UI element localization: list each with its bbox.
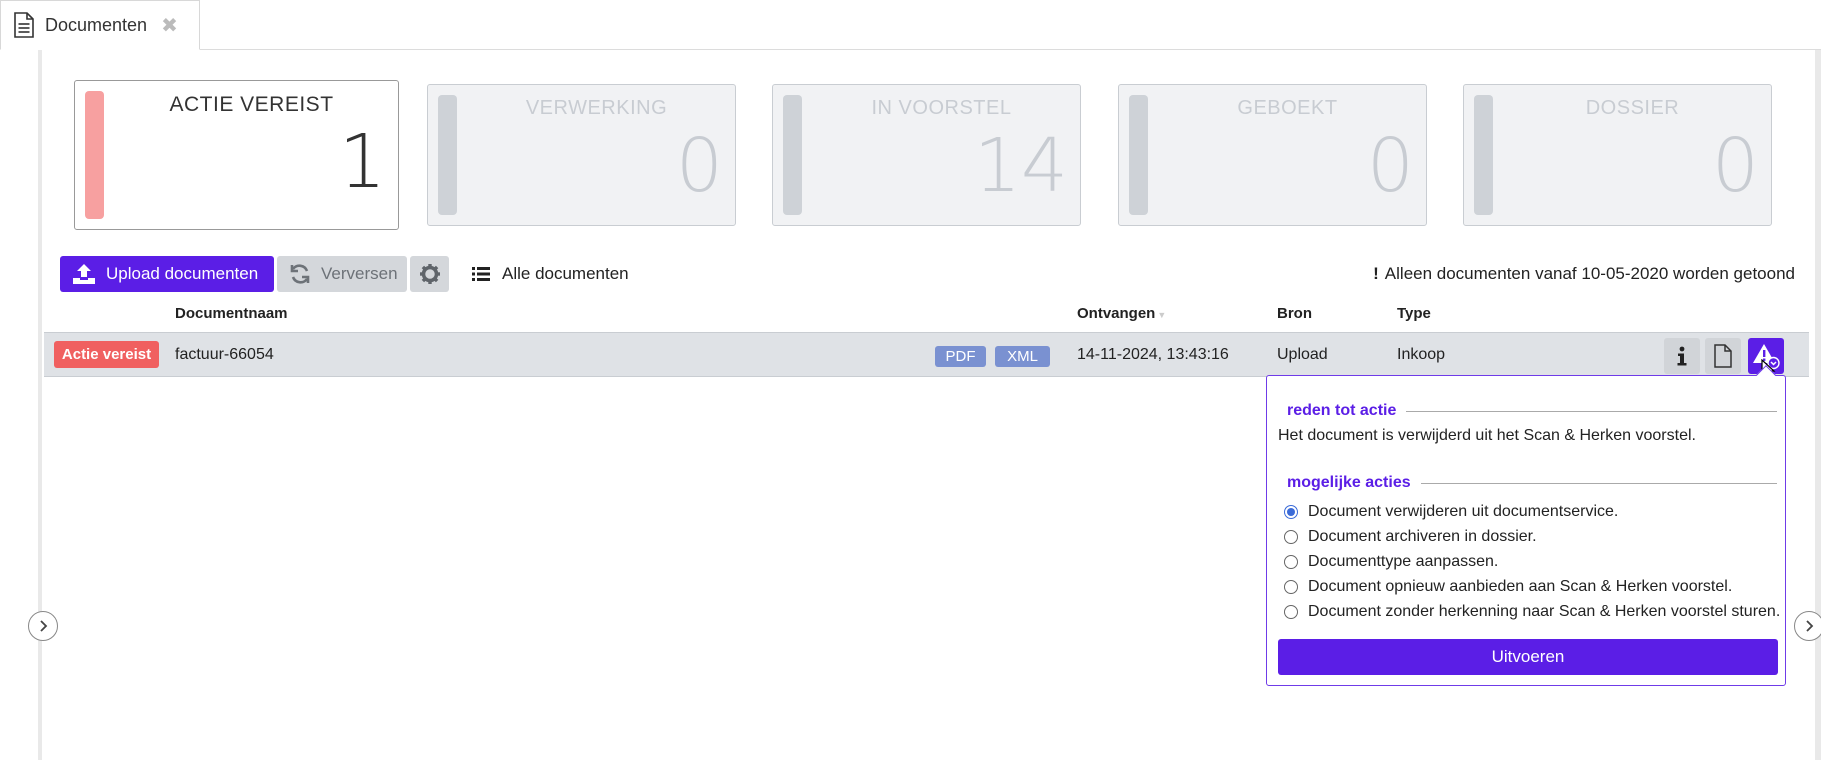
info-button[interactable] bbox=[1664, 338, 1700, 374]
status-card-dossier[interactable]: DOSSIER 0 bbox=[1463, 84, 1772, 226]
status-card-accent bbox=[85, 91, 104, 219]
action-popover: reden tot actie Het document is verwijde… bbox=[1266, 365, 1787, 687]
source: Upload bbox=[1277, 346, 1328, 363]
reason-text: Het document is verwijderd uit het Scan … bbox=[1278, 427, 1696, 444]
gear-icon bbox=[419, 264, 440, 284]
radio-button[interactable] bbox=[1284, 605, 1298, 619]
action-option-label: Document zonder herkenning naar Scan & H… bbox=[1308, 603, 1781, 620]
execute-button[interactable]: Uitvoeren bbox=[1278, 639, 1778, 675]
action-option-label: Document archiveren in dossier. bbox=[1308, 528, 1537, 545]
status-card-title: IN VOORSTEL bbox=[871, 97, 1012, 119]
status-card-count: 0 bbox=[675, 123, 723, 209]
left-rail bbox=[38, 50, 42, 760]
column-header-source[interactable]: Bron bbox=[1277, 305, 1312, 322]
status-card-accent bbox=[783, 95, 802, 215]
tab-documenten[interactable]: Documenten ✖ bbox=[0, 0, 200, 50]
status-card-verwerking[interactable]: VERWERKING 0 bbox=[427, 84, 736, 226]
document-name: factuur-66054 bbox=[175, 346, 274, 363]
status-card-geboekt[interactable]: GEBOEKT 0 bbox=[1118, 84, 1427, 226]
status-card-accent bbox=[1474, 95, 1493, 215]
view-selector[interactable]: Alle documenten bbox=[472, 262, 629, 286]
column-header-received[interactable]: Ontvangen ▼ bbox=[1077, 305, 1166, 322]
action-option-without-recognition[interactable]: Document zonder herkenning naar Scan & H… bbox=[1284, 603, 1780, 621]
sort-icon: ▼ bbox=[1157, 310, 1167, 320]
status-card-title: DOSSIER bbox=[1585, 97, 1680, 119]
close-icon[interactable]: ✖ bbox=[161, 13, 178, 38]
status-badge: Actie vereist bbox=[54, 341, 159, 368]
status-card-count: 0 bbox=[1711, 123, 1759, 209]
received-date: 14-11-2024, 13:43:16 bbox=[1077, 346, 1229, 363]
upload-button[interactable]: Upload documenten bbox=[60, 256, 274, 292]
action-option-change-type[interactable]: Documenttype aanpassen. bbox=[1284, 553, 1498, 571]
column-header-type[interactable]: Type bbox=[1397, 305, 1431, 322]
chevron-right-icon bbox=[1806, 620, 1814, 632]
radio-button[interactable] bbox=[1284, 580, 1298, 594]
status-card-accent bbox=[1129, 95, 1148, 215]
action-option-label: Documenttype aanpassen. bbox=[1308, 553, 1499, 570]
status-card-title: VERWERKING bbox=[525, 97, 668, 119]
action-option-label: Document opnieuw aanbieden aan Scan & He… bbox=[1308, 578, 1733, 595]
radio-button[interactable] bbox=[1284, 555, 1298, 569]
radio-button[interactable] bbox=[1284, 530, 1298, 544]
action-option-label: Document verwijderen uit documentservice… bbox=[1308, 503, 1619, 520]
pdf-badge[interactable]: PDF bbox=[935, 346, 986, 367]
list-icon bbox=[472, 267, 490, 281]
status-card-title: GEBOEKT bbox=[1237, 97, 1338, 119]
action-option-delete[interactable]: Document verwijderen uit documentservice… bbox=[1284, 503, 1618, 521]
status-card-actie-vereist[interactable]: ACTIE VEREIST 1 bbox=[74, 80, 399, 230]
upload-button-label: Upload documenten bbox=[106, 264, 259, 283]
tab-bar: Documenten ✖ bbox=[0, 0, 1821, 50]
view-document-button[interactable] bbox=[1705, 338, 1741, 374]
document-icon bbox=[14, 12, 34, 38]
document-type: Inkoop bbox=[1397, 346, 1446, 363]
right-rail bbox=[1815, 50, 1821, 760]
status-card-count: 1 bbox=[338, 119, 386, 205]
xml-badge[interactable]: XML bbox=[995, 346, 1050, 367]
date-filter-notice-text: Alleen documenten vanaf 10-05-2020 worde… bbox=[1384, 264, 1795, 283]
radio-button[interactable] bbox=[1284, 505, 1298, 519]
tab-title: Documenten bbox=[45, 14, 148, 35]
expand-right-button[interactable] bbox=[1794, 611, 1821, 641]
status-card-accent bbox=[438, 95, 457, 215]
divider bbox=[1406, 410, 1777, 412]
actions-heading: mogelijke acties bbox=[1287, 474, 1777, 492]
info-icon bbox=[1677, 346, 1687, 366]
divider bbox=[1420, 482, 1777, 484]
chevron-right-icon bbox=[40, 620, 48, 632]
status-card-count: 14 bbox=[973, 123, 1068, 209]
action-option-archive[interactable]: Document archiveren in dossier. bbox=[1284, 528, 1537, 546]
reason-heading: reden tot actie bbox=[1287, 402, 1777, 420]
refresh-button-label: Verversen bbox=[321, 264, 398, 283]
column-header-name[interactable]: Documentnaam bbox=[175, 305, 288, 322]
reason-heading-label: reden tot actie bbox=[1287, 402, 1397, 419]
column-header-received-label: Ontvangen bbox=[1077, 305, 1156, 322]
collapse-left-button[interactable] bbox=[28, 611, 58, 641]
actions-heading-label: mogelijke acties bbox=[1287, 474, 1411, 491]
status-card-title: ACTIE VEREIST bbox=[169, 93, 334, 116]
date-filter-notice: ! Alleen documenten vanaf 10-05-2020 word… bbox=[1373, 264, 1795, 284]
status-card-in-voorstel[interactable]: IN VOORSTEL 14 bbox=[772, 84, 1081, 226]
upload-icon bbox=[73, 264, 95, 284]
settings-button[interactable] bbox=[410, 256, 449, 292]
refresh-button[interactable]: Verversen bbox=[277, 256, 407, 292]
refresh-icon bbox=[290, 264, 310, 284]
popover-content: reden tot actie Het document is verwijde… bbox=[1267, 376, 1787, 687]
table-row[interactable]: Actie vereist factuur-66054 PDF XML 14-1… bbox=[44, 332, 1809, 377]
exclamation-icon: ! bbox=[1373, 264, 1379, 283]
action-option-resubmit[interactable]: Document opnieuw aanbieden aan Scan & He… bbox=[1284, 578, 1732, 596]
status-card-count: 0 bbox=[1366, 123, 1414, 209]
file-icon bbox=[1714, 344, 1732, 368]
view-selector-label: Alle documenten bbox=[502, 264, 629, 283]
